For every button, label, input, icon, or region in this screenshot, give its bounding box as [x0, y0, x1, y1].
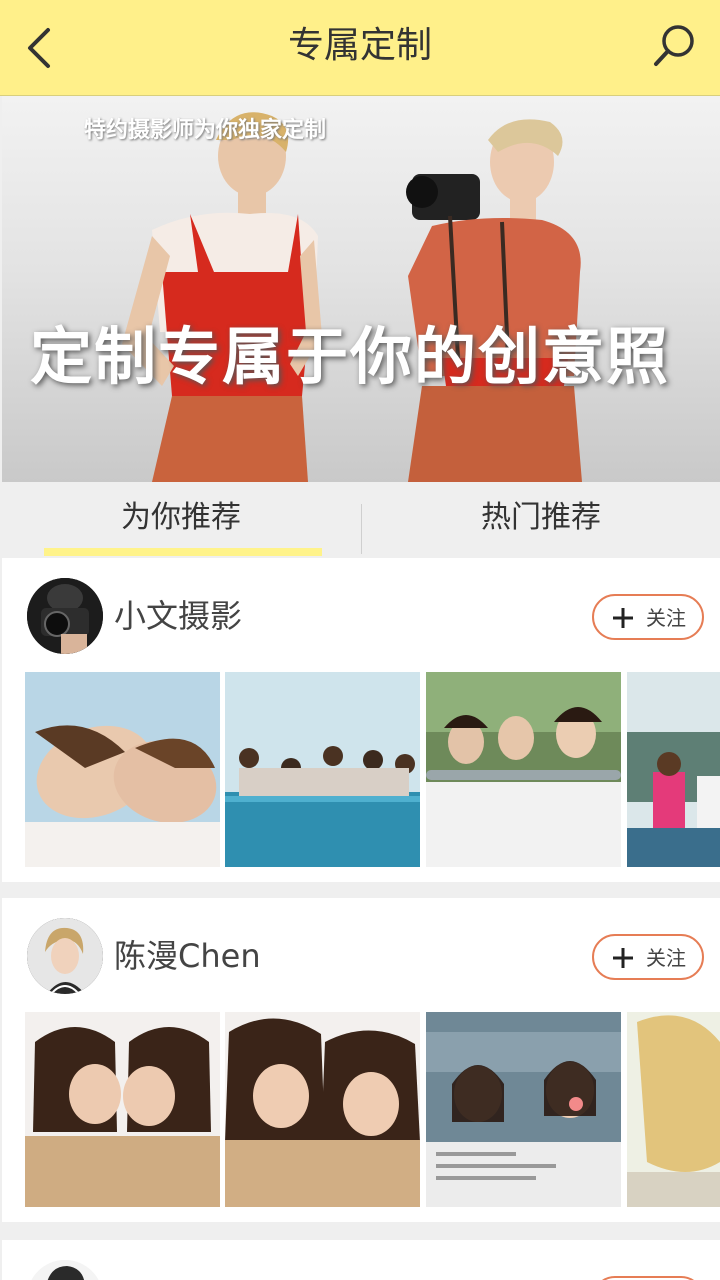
top-bar: 专属定制 — [0, 0, 720, 96]
photo-image — [25, 672, 220, 867]
photographer-avatar-image — [27, 578, 103, 654]
avatar[interactable] — [27, 1260, 103, 1280]
tab-recommend-for-you[interactable]: 为你推荐 — [2, 482, 360, 556]
tab-label: 热门推荐 — [481, 500, 601, 535]
follow-button[interactable]: 关注 — [592, 594, 704, 640]
tab-label: 为你推荐 — [121, 500, 241, 535]
portfolio-photo[interactable] — [25, 672, 220, 867]
photographer-avatar-image — [27, 1260, 103, 1280]
photographer-card: 小文摄影 关注 — [2, 558, 720, 882]
search-icon[interactable] — [652, 22, 698, 68]
follow-label: 关注 — [646, 606, 686, 630]
photographer-card: 陈漫Chen 关注 — [2, 898, 720, 1222]
photo-image — [225, 1012, 420, 1207]
portfolio-photo[interactable] — [426, 1012, 621, 1207]
photo-image — [225, 672, 420, 867]
portfolio-photo[interactable] — [225, 1012, 420, 1207]
banner-illustration — [122, 112, 582, 482]
banner-headline: 定制专属于你的创意照 — [30, 320, 671, 393]
photo-image — [426, 672, 621, 867]
portfolio-photo[interactable] — [426, 672, 621, 867]
portfolio-photo[interactable] — [25, 1012, 220, 1207]
photographer-avatar-image — [27, 918, 103, 994]
photo-image — [627, 672, 720, 867]
photographer-name[interactable]: 陈漫Chen — [114, 934, 261, 978]
tab-hot-recommend[interactable]: 热门推荐 — [362, 482, 720, 556]
photo-image — [627, 1012, 720, 1207]
photographer-name[interactable]: 小文摄影 — [114, 594, 242, 638]
follow-button[interactable] — [592, 1276, 704, 1280]
follow-button[interactable]: 关注 — [592, 934, 704, 980]
banner-subtitle: 特约摄影师为你独家定制 — [84, 117, 327, 143]
photo-image — [25, 1012, 220, 1207]
tab-bar: 为你推荐 热门推荐 — [2, 482, 720, 556]
portfolio-photo[interactable] — [627, 672, 720, 867]
avatar[interactable] — [27, 578, 103, 654]
active-tab-indicator — [44, 548, 322, 556]
portfolio-photo[interactable] — [225, 672, 420, 867]
avatar[interactable] — [27, 918, 103, 994]
plus-icon — [613, 608, 633, 628]
follow-label: 关注 — [646, 946, 686, 970]
photo-image — [426, 1012, 621, 1207]
portfolio-photo[interactable] — [627, 1012, 720, 1207]
promo-banner[interactable]: 特约摄影师为你独家定制 定制专属于你的创意照 — [2, 96, 720, 482]
plus-icon — [613, 948, 633, 968]
page-title: 专属定制 — [287, 25, 432, 66]
photographer-card — [2, 1240, 720, 1280]
